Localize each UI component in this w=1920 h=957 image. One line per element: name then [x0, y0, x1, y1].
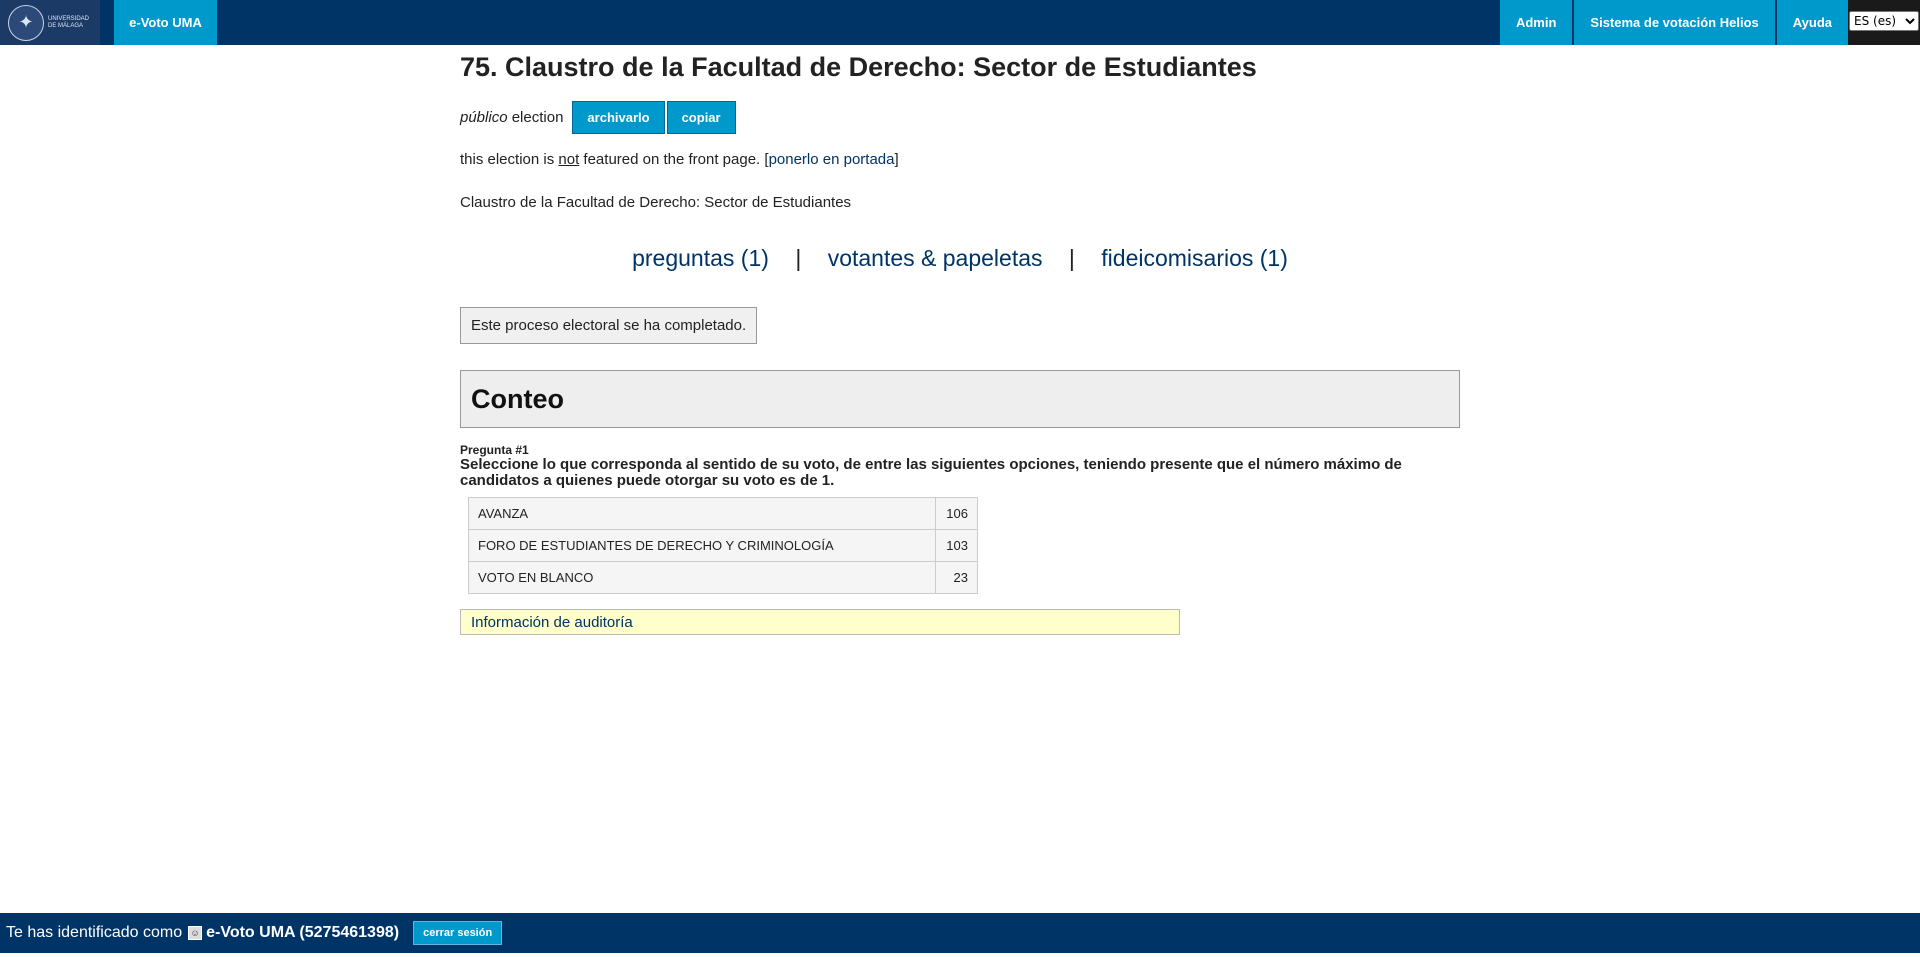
privacy-label: público election	[460, 109, 563, 126]
nav-links: Admin Sistema de votación Helios Ayuda E…	[1497, 0, 1920, 45]
tally-heading: Conteo	[471, 383, 564, 414]
nav-admin[interactable]: Admin	[1497, 0, 1573, 45]
featured-status: this election is not featured on the fro…	[460, 151, 1460, 168]
top-navbar: ✦ UNIVERSIDAD DE MÁLAGA e-Voto UMA Admin…	[0, 0, 1920, 45]
user-icon: ☺	[188, 926, 203, 940]
logged-in-user: e-Voto UMA (5275461398)	[206, 924, 400, 941]
option-name: FORO DE ESTUDIANTES DE DERECHO Y CRIMINO…	[468, 529, 936, 562]
featured-suffix: featured on the front page. [	[583, 151, 769, 168]
tab-questions[interactable]: preguntas (1)	[632, 245, 769, 271]
nav-help[interactable]: Ayuda	[1774, 0, 1848, 45]
main-content: 75. Claustro de la Facultad de Derecho: …	[460, 52, 1460, 635]
election-tabs: preguntas (1) | votantes & papeletas | f…	[460, 245, 1460, 272]
language-container: ES (es)	[1848, 0, 1920, 45]
option-name: VOTO EN BLANCO	[468, 561, 936, 594]
privacy-suffix: election	[511, 109, 564, 126]
vote-count: 106	[935, 497, 978, 530]
university-seal-icon: ✦	[8, 4, 44, 41]
logged-in-label: Te has identificado como	[6, 924, 183, 941]
tab-separator: |	[1068, 245, 1075, 271]
option-name: AVANZA	[468, 497, 936, 530]
featured-not: not	[558, 151, 580, 168]
question-text: Seleccione lo que corresponda al sentido…	[460, 456, 1402, 489]
university-logo[interactable]: ✦ UNIVERSIDAD DE MÁLAGA	[0, 0, 100, 45]
logout-button[interactable]: cerrar sesión	[413, 921, 503, 945]
language-select[interactable]: ES (es)	[1849, 11, 1919, 31]
brand-link[interactable]: e-Voto UMA	[114, 0, 217, 45]
table-row: AVANZA 106	[468, 497, 978, 530]
tab-trustees[interactable]: fideicomisarios (1)	[1101, 245, 1288, 271]
election-description: Claustro de la Facultad de Derecho: Sect…	[460, 194, 852, 211]
election-meta: público election archivarlo copiar	[460, 101, 1460, 134]
table-row: VOTO EN BLANCO 23	[468, 561, 978, 594]
nav-helios[interactable]: Sistema de votación Helios	[1572, 0, 1775, 45]
audit-info-link[interactable]: Información de auditoría	[471, 614, 633, 631]
feature-link[interactable]: ponerlo en portada	[769, 151, 895, 168]
footer-bar: Te has identificado como ☺ e-Voto UMA (5…	[0, 913, 1920, 953]
results-table: AVANZA 106 FORO DE ESTUDIANTES DE DERECH…	[468, 497, 978, 594]
featured-close: ]	[894, 151, 899, 168]
featured-prefix: this election is	[460, 151, 555, 168]
archive-button[interactable]: archivarlo	[572, 101, 665, 134]
completion-notice: Este proceso electoral se ha completado.	[460, 307, 758, 344]
tab-voters[interactable]: votantes & papeletas	[828, 245, 1043, 271]
tab-separator: |	[795, 245, 802, 271]
vote-count: 23	[935, 561, 978, 594]
vote-count: 103	[935, 529, 978, 562]
audit-info-box: Información de auditoría	[460, 609, 1180, 635]
logo-text: UNIVERSIDAD DE MÁLAGA	[48, 15, 90, 29]
page-title: 75. Claustro de la Facultad de Derecho: …	[460, 52, 1257, 82]
table-row: FORO DE ESTUDIANTES DE DERECHO Y CRIMINO…	[468, 529, 978, 562]
copy-button[interactable]: copiar	[666, 101, 736, 134]
tally-header: Conteo	[460, 370, 1460, 428]
question-number: Pregunta #1	[460, 443, 529, 457]
privacy-value: público	[460, 109, 508, 126]
